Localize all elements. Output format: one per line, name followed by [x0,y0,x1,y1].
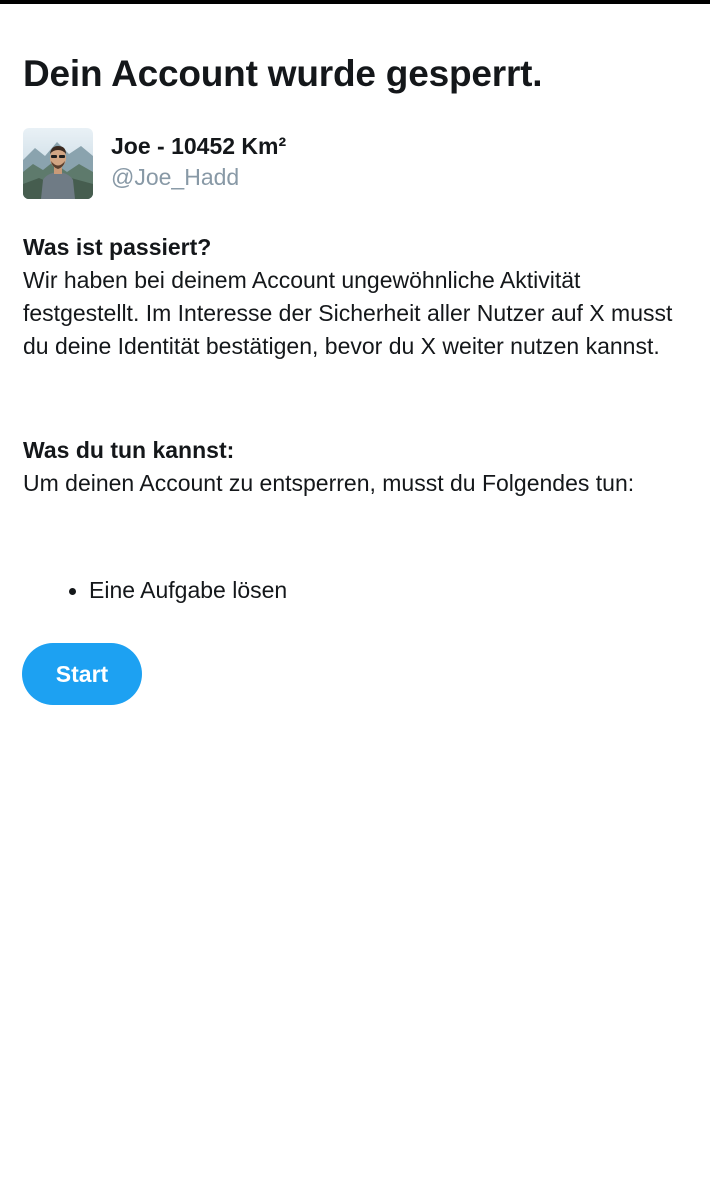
steps-list: Eine Aufgabe lösen [23,574,683,607]
avatar-photo [23,128,93,199]
start-button[interactable]: Start [22,643,142,705]
what-to-do-heading: Was du tun kannst: [23,437,235,463]
what-happened-heading: Was ist passiert? [23,234,212,260]
list-item: Eine Aufgabe lösen [23,574,683,607]
step-label: Eine Aufgabe lösen [89,577,288,603]
avatar [23,128,93,199]
top-status-bar [0,0,710,4]
bullet-icon [69,588,76,595]
what-happened-text: Wir haben bei deinem Account ungewöhnlic… [23,267,673,359]
what-to-do-section: Was du tun kannst: Um deinen Account zu … [23,434,689,500]
profile-handle: @Joe_Hadd [111,164,240,190]
what-to-do-text: Um deinen Account zu entsperren, musst d… [23,470,635,496]
what-happened-section: Was ist passiert? Wir haben bei deinem A… [23,231,689,363]
profile-display-name: Joe - 10452 Km² [111,133,287,159]
profile-card: Joe - 10452 Km² @Joe_Hadd [23,128,683,200]
page-title: Dein Account wurde gesperrt. [23,53,543,94]
